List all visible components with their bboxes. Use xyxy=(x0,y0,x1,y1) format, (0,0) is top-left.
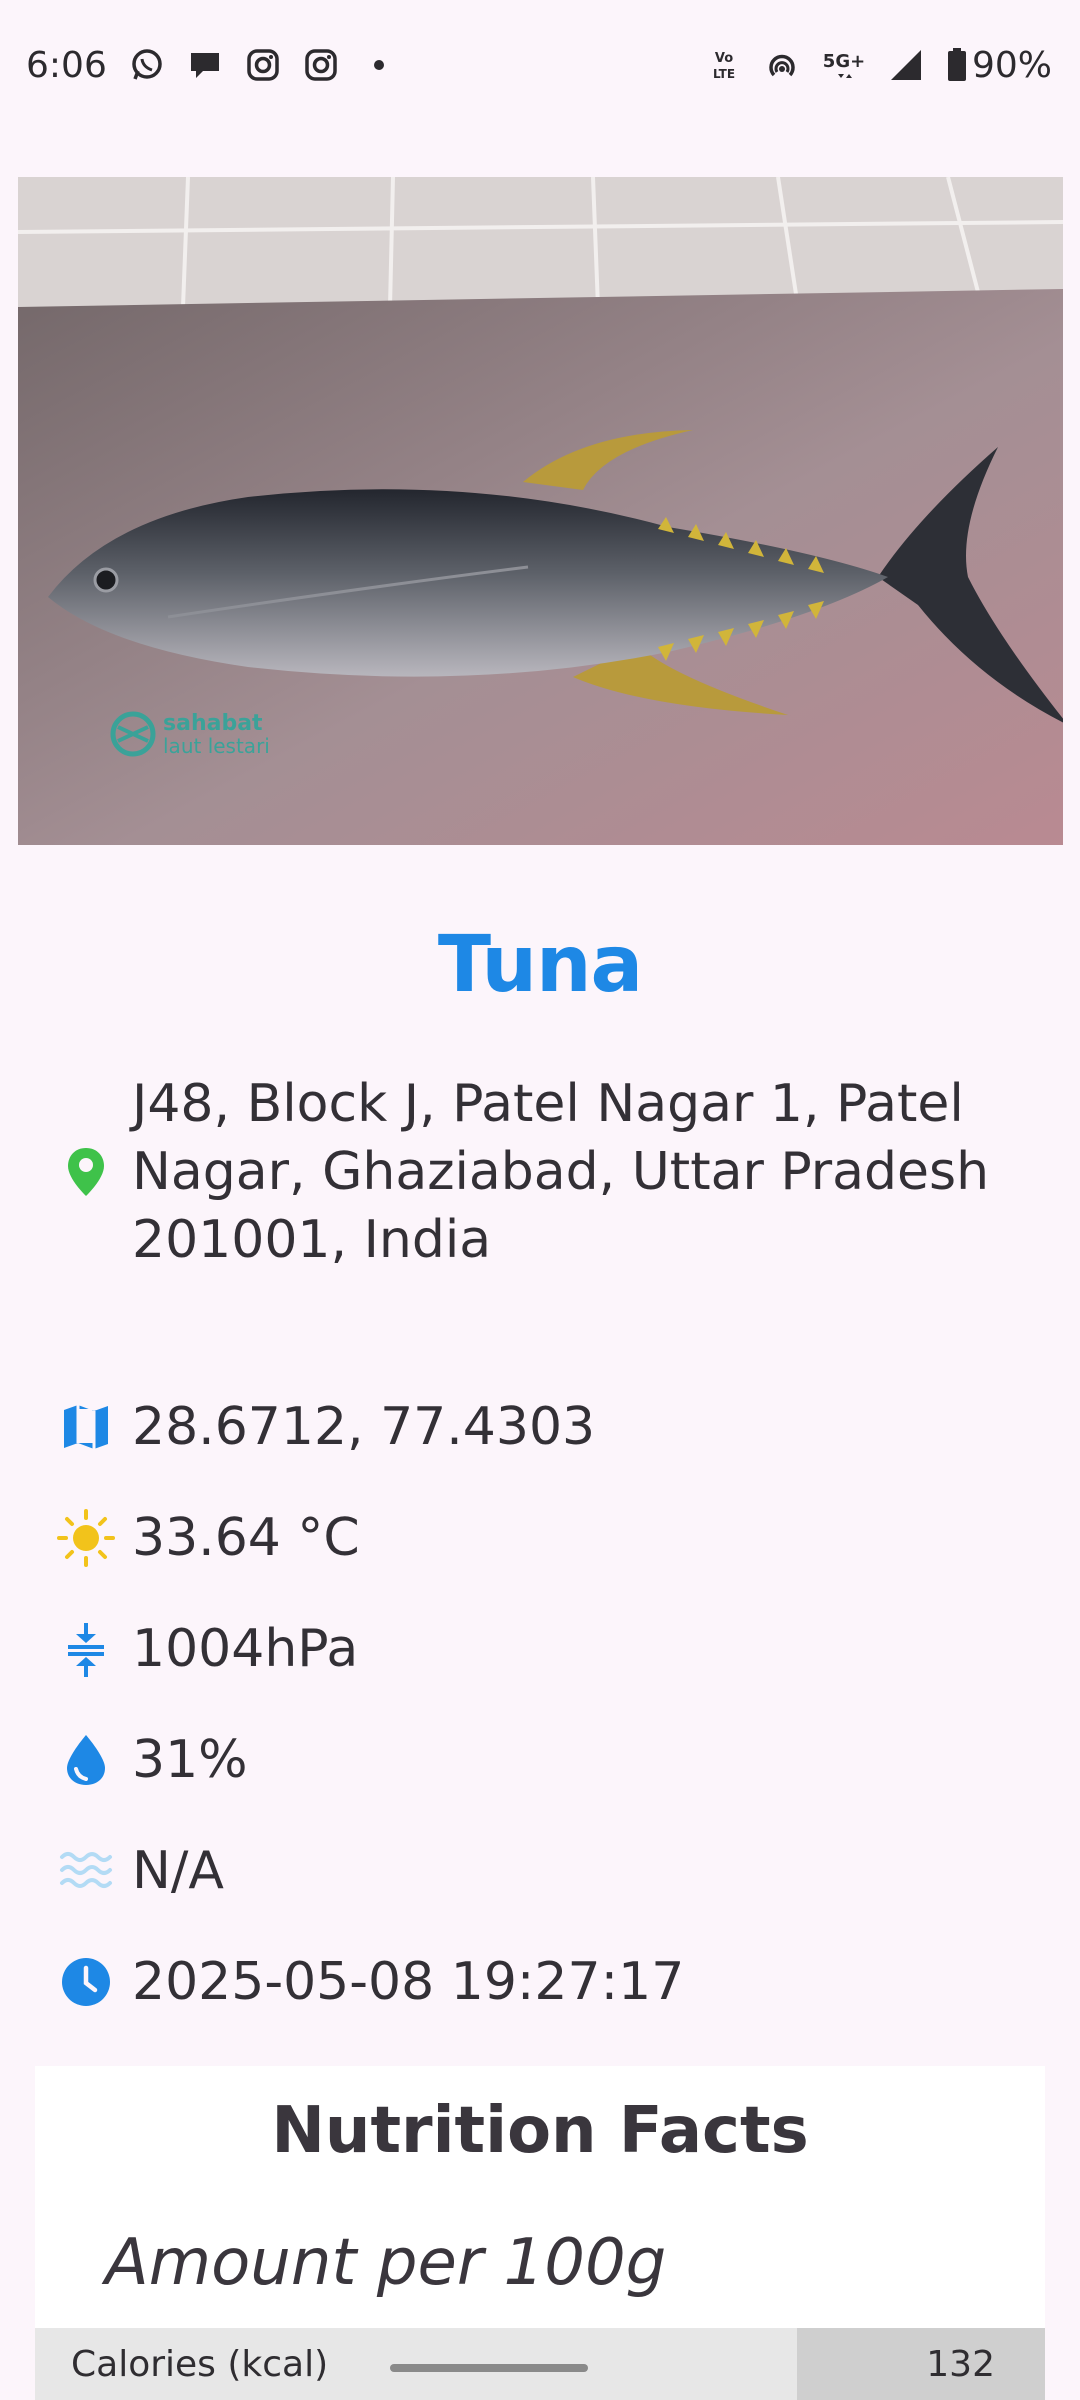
address-row: J48, Block J, Patel Nagar 1, Patel Nagar… xyxy=(56,1070,1036,1274)
temperature-text: 33.64 °C xyxy=(132,1508,360,1568)
nutrition-row-label: Calories (kcal) xyxy=(71,2343,329,2385)
nutrition-amount-label: Amount per 100g xyxy=(105,2226,667,2300)
dot-icon xyxy=(361,47,397,83)
humidity-row: 31% xyxy=(56,1726,1036,1794)
whatsapp-icon xyxy=(129,47,165,83)
wave-text: N/A xyxy=(132,1841,224,1901)
status-bar: 6:06 Vo LTE 5G+ 90% xyxy=(0,0,1080,130)
location-pin-icon xyxy=(56,1142,116,1202)
coordinates-text: 28.6712, 77.4303 xyxy=(132,1397,596,1457)
compress-icon xyxy=(56,1619,116,1679)
status-bar-right: Vo LTE 5G+ 90% xyxy=(706,45,1052,86)
status-bar-left: 6:06 xyxy=(26,45,397,86)
water-drop-icon xyxy=(56,1730,116,1790)
datetime-text: 2025-05-08 19:27:17 xyxy=(132,1952,685,2012)
datetime-row: 2025-05-08 19:27:17 xyxy=(56,1948,1036,2016)
fish-photo[interactable]: sahabat laut lestari xyxy=(18,177,1063,845)
coordinates-row: 28.6712, 77.4303 xyxy=(56,1393,1036,1461)
message-icon xyxy=(187,47,223,83)
map-icon xyxy=(56,1397,116,1457)
fish-name-title: Tuna xyxy=(437,920,643,1010)
battery-icon xyxy=(946,47,968,83)
svg-text:laut lestari: laut lestari xyxy=(163,734,270,758)
instagram-icon xyxy=(303,47,339,83)
svg-text:LTE: LTE xyxy=(713,67,735,81)
instagram-icon xyxy=(245,47,281,83)
sun-icon xyxy=(56,1508,116,1568)
pressure-row: 1004hPa xyxy=(56,1615,1036,1683)
hotspot-icon xyxy=(764,47,800,83)
nutrition-title: Nutrition Facts xyxy=(271,2094,809,2168)
humidity-text: 31% xyxy=(132,1730,248,1790)
nutrition-bar-fill xyxy=(390,2364,588,2372)
status-time: 6:06 xyxy=(26,44,107,86)
wave-row: N/A xyxy=(56,1837,1036,1905)
temperature-row: 33.64 °C xyxy=(56,1504,1036,1572)
pressure-text: 1004hPa xyxy=(132,1619,359,1679)
nutrition-bar-track xyxy=(390,2364,690,2372)
nutrition-facts-card: Nutrition Facts Amount per 100g Calories… xyxy=(35,2066,1045,2400)
nutrition-row-value: 132 xyxy=(797,2328,1045,2400)
signal-icon xyxy=(888,47,924,83)
address-text: J48, Block J, Patel Nagar 1, Patel Nagar… xyxy=(132,1074,990,1270)
svg-text:Vo: Vo xyxy=(715,51,733,66)
svg-text:5G+: 5G+ xyxy=(823,51,865,72)
clock-icon xyxy=(56,1952,116,2012)
battery-percent: 90% xyxy=(971,44,1052,86)
volte-icon: Vo LTE xyxy=(706,47,742,83)
nutrition-row-calories: Calories (kcal) 132 xyxy=(35,2328,1045,2400)
waves-icon xyxy=(56,1841,116,1901)
5g-icon: 5G+ xyxy=(822,47,866,83)
svg-text:sahabat: sahabat xyxy=(163,711,263,736)
